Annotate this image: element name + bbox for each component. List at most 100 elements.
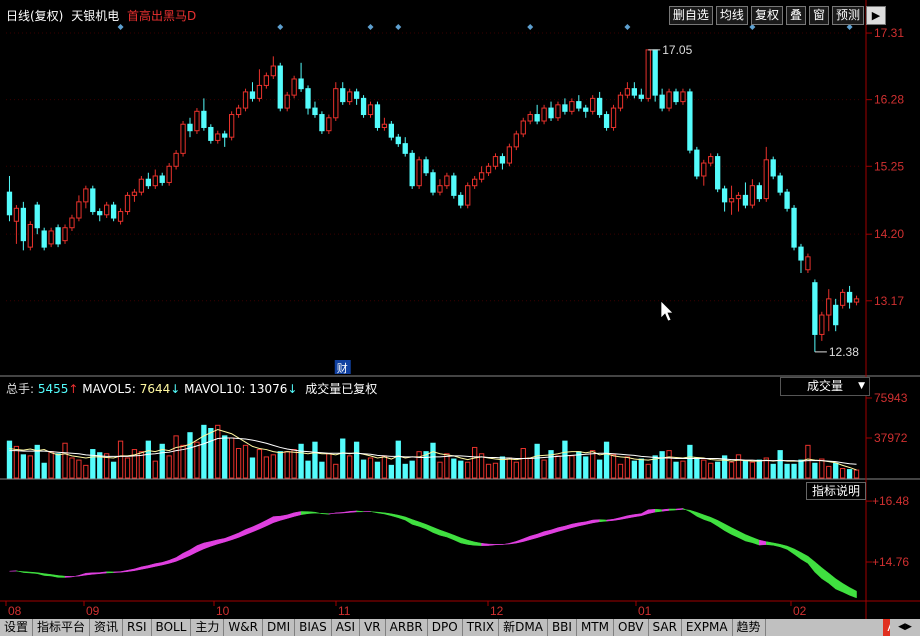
candle-body — [291, 78, 297, 96]
candle-body — [763, 159, 769, 200]
indicator-band — [425, 523, 434, 533]
tab-bbi[interactable]: BBI — [548, 619, 577, 636]
volume-bar — [347, 455, 353, 479]
indicator-band — [759, 539, 767, 546]
volume-bar — [541, 459, 547, 479]
indicator-band — [467, 539, 475, 546]
tab-mtm[interactable]: MTM — [577, 619, 614, 636]
candle-body — [319, 114, 325, 132]
indicator-explain-button[interactable]: 指标说明 — [806, 482, 866, 500]
adjust-note: 成交量已复权 — [305, 382, 378, 396]
indicator-band — [647, 508, 656, 514]
candle — [763, 146, 769, 202]
indicator-band — [30, 571, 38, 574]
tab-main-force[interactable]: 主力 — [191, 619, 225, 636]
indicator-band — [182, 549, 191, 559]
candle-body — [110, 204, 117, 219]
indicator-band — [141, 565, 149, 570]
volume-bar — [576, 451, 582, 479]
candle-body — [284, 94, 290, 109]
candle-body — [201, 110, 207, 128]
candle-body — [444, 175, 450, 187]
candle — [6, 175, 13, 222]
remove-watchlist-button[interactable]: 删自选 — [668, 6, 713, 25]
candle — [194, 108, 200, 134]
candle — [666, 88, 672, 112]
candle-body — [645, 49, 651, 99]
volume-bar — [624, 456, 631, 479]
x-tick-label: 10 — [216, 604, 230, 618]
volume-bar — [194, 441, 200, 479]
indicator-band — [807, 555, 816, 573]
tab-arbr[interactable]: ARBR — [386, 619, 428, 636]
tab-sar[interactable]: SAR — [649, 619, 682, 636]
candle-body — [360, 97, 367, 116]
volume-bar — [853, 469, 860, 479]
volume-bar — [749, 461, 756, 479]
volume-bar — [353, 441, 360, 479]
indicator-band — [370, 511, 378, 514]
tab-wr[interactable]: W&R — [224, 619, 263, 636]
candle — [263, 72, 270, 89]
volume-bar — [673, 461, 679, 479]
candle-body — [499, 156, 506, 164]
candle — [576, 95, 582, 112]
volume-bar — [798, 459, 804, 479]
tab-expma[interactable]: EXPMA — [682, 619, 733, 636]
tab-settings[interactable]: 设置 — [0, 619, 34, 636]
tab-trend[interactable]: 趋势 — [733, 619, 766, 636]
indicator-select[interactable]: 成交量 ▼ — [780, 377, 870, 396]
candle — [55, 224, 61, 248]
indicator-band — [564, 523, 573, 530]
window-button[interactable]: 窗 — [808, 6, 829, 25]
indicator-band — [245, 526, 253, 536]
volume-bar — [166, 455, 172, 479]
tab-obv[interactable]: OBV — [614, 619, 649, 636]
volume-bar — [485, 463, 492, 479]
candle-body — [513, 133, 519, 148]
indicator-band — [752, 537, 760, 546]
tab-rsi[interactable]: RSI — [123, 619, 152, 636]
candle-body — [104, 204, 110, 216]
candle-body — [492, 156, 499, 167]
event-diamond-icon — [527, 24, 534, 30]
candle-body — [20, 207, 27, 242]
indicator-band — [57, 575, 66, 578]
moving-average-button[interactable]: 均线 — [715, 6, 748, 25]
indicator-band — [391, 513, 399, 519]
tab-news[interactable]: 资讯 — [90, 619, 124, 636]
volume-bar — [701, 459, 707, 479]
volume-bar — [805, 444, 811, 479]
toolbar-expand-button[interactable]: ▶ — [866, 6, 886, 25]
volume-bar — [617, 463, 624, 479]
tab-vr[interactable]: VR — [360, 619, 386, 636]
tab-dmi[interactable]: DMI — [263, 619, 296, 636]
tab-scroll-arrows[interactable]: ◀▶ — [890, 619, 920, 636]
tab-new-dma[interactable]: 新DMA — [499, 619, 548, 636]
candle-body — [721, 188, 728, 203]
indicator-band — [571, 522, 580, 529]
tab-boll[interactable]: BOLL — [152, 619, 192, 636]
adjust-button[interactable]: 复权 — [750, 6, 783, 25]
volume-header: 总手: 5455↑ MAVOL5: 7644↓ MAVOL10: 13076↓ … — [6, 380, 377, 397]
tab-trix[interactable]: TRIX — [463, 619, 500, 636]
tab-indicator-platform[interactable]: 指标平台 — [33, 619, 91, 636]
indicator-chart — [9, 508, 857, 599]
volume-bar — [666, 450, 672, 479]
volume-bar — [124, 457, 131, 479]
tab-asi[interactable]: ASI — [332, 619, 361, 636]
tab-bias[interactable]: BIAS — [295, 619, 332, 636]
forecast-button[interactable]: 预测 — [831, 6, 864, 25]
indicator-band — [682, 508, 691, 513]
candle-body — [451, 175, 457, 196]
tab-dpo[interactable]: DPO — [428, 619, 463, 636]
candle-body — [235, 107, 242, 116]
candle-body — [624, 88, 631, 96]
candle — [465, 182, 471, 209]
candle — [298, 62, 304, 92]
volume-bar — [228, 437, 235, 479]
overlay-button[interactable]: 叠 — [785, 6, 806, 25]
candle — [499, 153, 506, 170]
candle — [770, 156, 776, 180]
y-tick-label: 15.25 — [874, 159, 904, 173]
